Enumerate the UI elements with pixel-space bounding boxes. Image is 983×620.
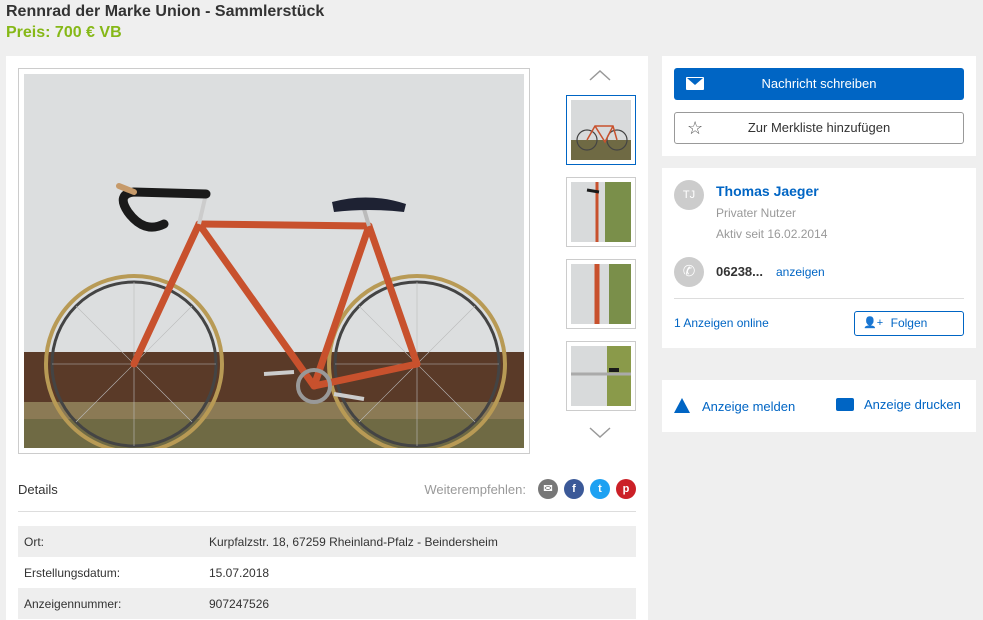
detail-key: Ort:: [24, 535, 44, 549]
follow-button[interactable]: 👤+ Folgen: [854, 311, 964, 336]
thumbnail-image: [571, 100, 631, 160]
message-button[interactable]: Nachricht schreiben: [674, 68, 964, 100]
phone-icon: ✆: [674, 257, 704, 287]
main-image[interactable]: [18, 68, 530, 454]
facebook-icon[interactable]: f: [564, 479, 584, 499]
thumbnail-4[interactable]: [566, 341, 636, 411]
add-user-icon: 👤+: [863, 317, 884, 329]
thumbnail-image: [571, 346, 631, 406]
detail-value: 907247526: [209, 597, 270, 611]
detail-value: Kurpfalzstr. 18, 67259 Rheinland-Pfalz -…: [209, 535, 498, 549]
seller-active-since: Aktiv seit 16.02.2014: [716, 227, 828, 241]
envelope-icon: [686, 77, 704, 90]
details-table: Ort: Kurpfalzstr. 18, 67259 Rheinland-Pf…: [18, 526, 636, 619]
email-icon[interactable]: ✉: [538, 479, 558, 499]
listing-main-card: Details Weiterempfehlen: ✉ f t p Ort: Ku…: [6, 56, 648, 620]
seller-name[interactable]: Thomas Jaeger: [716, 183, 819, 199]
table-row: Anzeigennummer: 907247526: [18, 588, 636, 619]
report-link[interactable]: Anzeige melden: [674, 396, 795, 414]
report-label: Anzeige melden: [702, 399, 796, 414]
avatar: TJ: [674, 180, 704, 210]
chevron-up-icon[interactable]: [588, 68, 612, 82]
chevron-down-icon[interactable]: [588, 426, 612, 440]
contact-actions-card: Nachricht schreiben ☆ Zur Merkliste hinz…: [662, 56, 976, 156]
seller-type: Privater Nutzer: [716, 206, 797, 220]
listing-tools-card: Anzeige melden Anzeige drucken: [662, 380, 976, 432]
printer-icon: [836, 398, 854, 411]
thumbnail-image: [571, 182, 631, 242]
thumbnail-1[interactable]: [566, 95, 636, 165]
star-icon: ☆: [687, 118, 704, 138]
detail-key: Erstellungsdatum:: [24, 566, 121, 580]
listing-price: Preis: 700 € VB: [6, 24, 122, 41]
thumbnail-3[interactable]: [566, 259, 636, 329]
watchlist-button-label: Zur Merkliste hinzufügen: [747, 120, 891, 135]
listing-title: Rennrad der Marke Union - Sammlerstück: [6, 3, 325, 20]
pinterest-icon[interactable]: p: [616, 479, 636, 499]
print-link[interactable]: Anzeige drucken: [836, 396, 961, 412]
show-phone-link[interactable]: anzeigen: [776, 265, 825, 279]
thumbnail-image: [571, 264, 631, 324]
warning-icon: [674, 398, 690, 413]
print-label: Anzeige drucken: [864, 397, 961, 412]
share-label: Weiterempfehlen:: [424, 482, 526, 497]
bicycle-photo: [24, 74, 524, 448]
table-row: Erstellungsdatum: 15.07.2018: [18, 557, 636, 588]
details-label: Details: [18, 482, 58, 497]
seller-card: TJ Thomas Jaeger Privater Nutzer Aktiv s…: [662, 168, 976, 348]
twitter-icon[interactable]: t: [590, 479, 610, 499]
ads-online-link[interactable]: 1 Anzeigen online: [674, 316, 769, 330]
watchlist-button[interactable]: ☆ Zur Merkliste hinzufügen: [674, 112, 964, 144]
divider: [674, 298, 964, 299]
follow-button-label: Folgen: [890, 316, 928, 330]
detail-value: 15.07.2018: [209, 566, 270, 580]
detail-key: Anzeigennummer:: [24, 597, 122, 611]
phone-number: 06238...: [716, 264, 763, 279]
details-header: Details Weiterempfehlen: ✉ f t p: [18, 474, 636, 512]
thumbnail-2[interactable]: [566, 177, 636, 247]
table-row: Ort: Kurpfalzstr. 18, 67259 Rheinland-Pf…: [18, 526, 636, 557]
message-button-label: Nachricht schreiben: [761, 76, 877, 91]
